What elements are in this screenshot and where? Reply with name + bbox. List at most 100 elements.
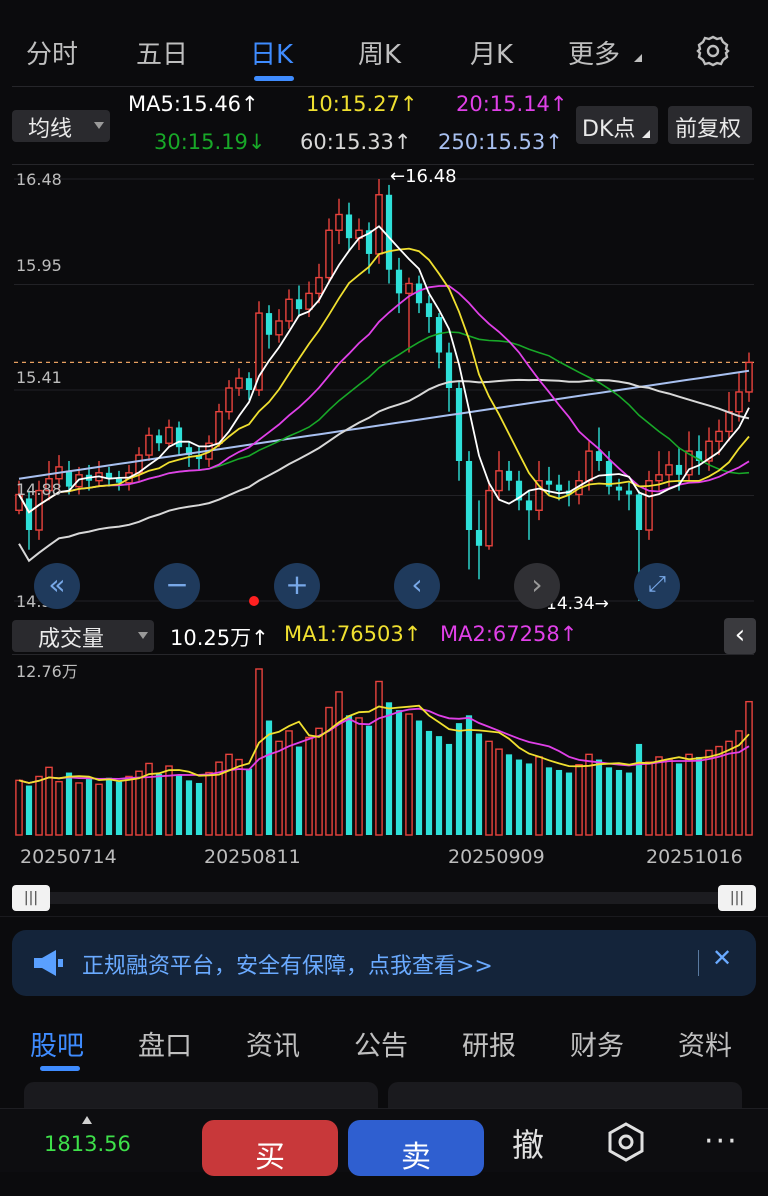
buy-button[interactable]: 买 (202, 1120, 338, 1176)
volume-bar (515, 759, 523, 835)
top-divider (12, 86, 754, 87)
volume-bar (35, 775, 43, 836)
volume-bar (715, 745, 723, 836)
volume-bar (535, 756, 543, 836)
tab-guba[interactable]: 股吧 (30, 1024, 84, 1063)
volume-current: 10.25万↑ (170, 626, 269, 650)
candle-body (325, 229, 333, 279)
candle-body (375, 194, 383, 255)
volume-bar (55, 780, 63, 836)
candle-body (305, 292, 313, 310)
volume-bar (155, 773, 163, 835)
volume-bar (645, 761, 653, 836)
volume-bar (95, 783, 103, 836)
tab-more[interactable]: 更多 (568, 34, 620, 71)
gear-icon[interactable] (696, 34, 730, 68)
volume-dropdown[interactable]: 成交量 (12, 620, 154, 652)
more-menu-icon[interactable]: ··· (704, 1124, 739, 1159)
chevron-down-icon (138, 632, 148, 639)
tab-announcements[interactable]: 公告 (354, 1024, 408, 1063)
volume-axis-max: 12.76万 (16, 662, 78, 681)
volume-chart[interactable] (0, 655, 768, 839)
volume-bar (485, 740, 493, 836)
tab-daily-k[interactable]: 日K (250, 34, 293, 71)
volume-bar (435, 736, 443, 835)
sell-button[interactable]: 卖 (348, 1120, 484, 1176)
fullscreen-icon[interactable]: ⤢ (634, 563, 680, 609)
volume-bar (415, 720, 423, 835)
candle-body (235, 377, 243, 389)
date-label: 20251016 (646, 846, 743, 868)
volume-bar (565, 772, 573, 835)
adjust-label: 前复权 (675, 117, 742, 142)
candle-body (735, 391, 743, 413)
close-icon[interactable]: ✕ (712, 944, 732, 972)
tab-profile[interactable]: 资料 (678, 1024, 732, 1063)
cancel-order-button[interactable]: 撤 (512, 1120, 544, 1166)
candle-body (675, 464, 683, 475)
kline-chart[interactable] (0, 165, 768, 615)
candle-body (585, 450, 593, 482)
active-tab-indicator (254, 76, 294, 81)
live-indicator-dot (249, 596, 259, 606)
volume-dropdown-label: 成交量 (38, 627, 105, 652)
volume-bar (475, 733, 483, 835)
ma30-value: 30:15.19↓ (154, 130, 266, 154)
range-track[interactable] (12, 892, 756, 904)
candle-body (275, 320, 283, 336)
tab-research[interactable]: 研报 (462, 1024, 516, 1063)
section-gap (0, 916, 768, 917)
tab-news[interactable]: 资讯 (246, 1024, 300, 1063)
volume-bar (25, 785, 33, 835)
volume-bar (315, 727, 323, 836)
volume-bar (295, 746, 303, 835)
volume-bar (595, 759, 603, 835)
tab-finance[interactable]: 财务 (570, 1024, 624, 1063)
candle-body (265, 313, 273, 335)
index-value[interactable]: 1813.56 (44, 1132, 131, 1156)
volume-bar (85, 779, 93, 835)
tab-weekly-k[interactable]: 周K (358, 34, 401, 71)
zoom-in-button[interactable]: + (274, 563, 320, 609)
adjust-button[interactable]: 前复权 (668, 106, 752, 144)
volume-bar (135, 770, 143, 836)
volume-bar (685, 753, 693, 836)
candle-body (315, 276, 323, 295)
volume-bar (405, 713, 413, 836)
range-left-handle[interactable]: ||| (12, 885, 50, 911)
tab-monthly-k[interactable]: 月K (470, 34, 513, 71)
prev-candle-button[interactable]: ‹ (394, 563, 440, 609)
volume-bar (245, 768, 253, 835)
dk-point-label: DK点 (582, 117, 636, 142)
candle-body (285, 298, 293, 322)
volume-bar (675, 763, 683, 835)
volume-bar (385, 702, 393, 835)
bottom-tab-indicator (40, 1066, 80, 1071)
zoom-out-button[interactable]: − (154, 563, 200, 609)
candle-body (225, 387, 233, 413)
next-candle-button[interactable]: › (514, 563, 560, 609)
chevron-down-icon (94, 122, 104, 129)
promo-banner[interactable]: 正规融资平台，安全有保障，点我查看>> ✕ (12, 930, 756, 996)
dk-point-button[interactable]: DK点 (576, 106, 658, 144)
tab-pankou[interactable]: 盘口 (138, 1024, 192, 1063)
volume-bar (665, 758, 673, 836)
collapse-panel-button[interactable]: ‹ (724, 618, 756, 654)
candle-body (595, 451, 603, 461)
megaphone-icon (34, 950, 63, 976)
tab-fenshi[interactable]: 分时 (26, 34, 78, 71)
volume-bar (75, 782, 83, 836)
range-right-handle[interactable]: ||| (718, 885, 756, 911)
volume-bar (275, 740, 283, 836)
tab-five-day[interactable]: 五日 (136, 34, 188, 71)
ma-dropdown[interactable]: 均线 (12, 110, 110, 142)
candle-body (485, 489, 493, 547)
candle-body (165, 426, 173, 444)
candle-body (745, 361, 753, 393)
hexagon-settings-icon[interactable] (604, 1120, 648, 1164)
candle-body (645, 480, 653, 531)
volume-bar (225, 753, 233, 836)
ma5-value: MA5:15.46↑ (128, 92, 259, 116)
volume-bar (345, 715, 353, 835)
scroll-left-icon[interactable]: « (34, 563, 80, 609)
